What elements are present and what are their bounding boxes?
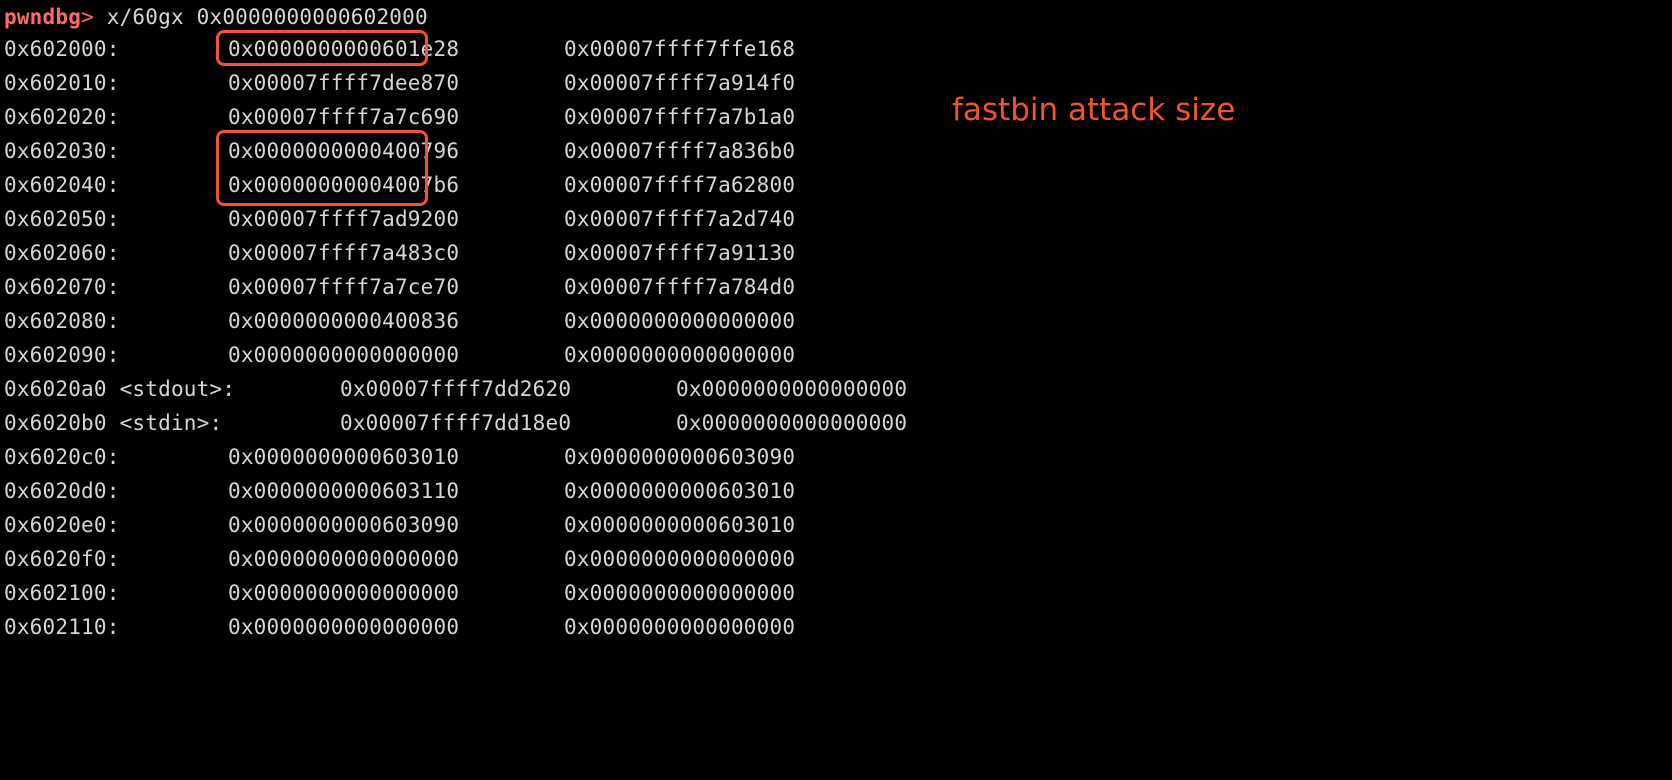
row-qword-1: 0x0000000000603110	[228, 479, 460, 503]
memory-row: 0x602070: 0x00007ffff7a7ce70 0x00007ffff…	[4, 270, 795, 304]
row-qword-2: 0x0000000000000000	[676, 411, 908, 435]
row-qword-2: 0x00007ffff7a91130	[564, 241, 796, 265]
row-qword-2: 0x0000000000603010	[564, 513, 796, 537]
memory-row: 0x6020c0: 0x0000000000603010 0x000000000…	[4, 440, 795, 474]
memory-row: 0x602010: 0x00007ffff7dee870 0x00007ffff…	[4, 66, 795, 100]
memory-row: 0x602100: 0x0000000000000000 0x000000000…	[4, 576, 795, 610]
row-qword-2: 0x00007ffff7a836b0	[564, 139, 796, 163]
prompt-label: pwndbg	[4, 5, 82, 29]
row-qword-2: 0x00007ffff7a784d0	[564, 275, 796, 299]
memory-row: 0x602090: 0x0000000000000000 0x000000000…	[4, 338, 795, 372]
row-qword-1: 0x0000000000603010	[228, 445, 460, 469]
row-qword-1: 0x00007ffff7a483c0	[228, 241, 460, 265]
row-qword-2: 0x00007ffff7a62800	[564, 173, 796, 197]
memory-row: 0x6020e0: 0x0000000000603090 0x000000000…	[4, 508, 795, 542]
memory-row: 0x602000: 0x0000000000601e28 0x00007ffff…	[4, 32, 795, 66]
row-qword-2: 0x00007ffff7ffe168	[564, 37, 796, 61]
memory-row-symbol: 0x6020a0 <stdout>: 0x00007ffff7dd2620 0x…	[4, 372, 907, 406]
row-qword-1: 0x00007ffff7a7c690	[228, 105, 460, 129]
highlight-box-first-qword	[216, 30, 428, 66]
memory-row: 0x602020: 0x00007ffff7a7c690 0x00007ffff…	[4, 100, 795, 134]
row-address: 0x602080:	[4, 309, 120, 333]
annotation-label: fastbin attack size	[952, 92, 1236, 128]
memory-row-symbol: 0x6020b0 <stdin>: 0x00007ffff7dd18e0 0x0…	[4, 406, 907, 440]
row-qword-2: 0x00007ffff7a914f0	[564, 71, 796, 95]
prompt-arrow: >	[81, 5, 94, 29]
row-qword-2: 0x0000000000000000	[564, 343, 796, 367]
row-address-symbol: 0x6020b0 <stdin>:	[4, 411, 223, 435]
memory-row: 0x602110: 0x0000000000000000 0x000000000…	[4, 610, 795, 644]
row-address-symbol: 0x6020a0 <stdout>:	[4, 377, 236, 401]
row-qword-1: 0x0000000000603090	[228, 513, 460, 537]
row-address: 0x602060:	[4, 241, 120, 265]
row-qword-2: 0x0000000000000000	[564, 309, 796, 333]
row-qword-1: 0x0000000000000000	[228, 615, 460, 639]
terminal-window[interactable]: pwndbg> x/60gx 0x0000000000602000 0x6020…	[0, 0, 1672, 639]
row-qword-2: 0x00007ffff7a7b1a0	[564, 105, 796, 129]
memory-row: 0x6020f0: 0x0000000000000000 0x000000000…	[4, 542, 795, 576]
row-qword-1: 0x0000000000000000	[228, 547, 460, 571]
row-qword-2: 0x0000000000603010	[564, 479, 796, 503]
row-address: 0x602040:	[4, 173, 120, 197]
row-address: 0x602110:	[4, 615, 120, 639]
row-qword-2: 0x0000000000000000	[564, 615, 796, 639]
row-qword-2: 0x0000000000000000	[676, 377, 908, 401]
row-qword-1: 0x00007ffff7a7ce70	[228, 275, 460, 299]
memory-row: 0x602030: 0x0000000000400796 0x00007ffff…	[4, 134, 795, 168]
row-qword-1: 0x00007ffff7dd18e0	[340, 411, 572, 435]
row-address: 0x602000:	[4, 37, 120, 61]
command-line: pwndbg> x/60gx 0x0000000000602000	[4, 0, 428, 34]
row-qword-2: 0x0000000000000000	[564, 581, 796, 605]
row-address: 0x6020f0:	[4, 547, 120, 571]
memory-row: 0x602080: 0x0000000000400836 0x000000000…	[4, 304, 795, 338]
row-address: 0x6020d0:	[4, 479, 120, 503]
memory-row: 0x6020d0: 0x0000000000603110 0x000000000…	[4, 474, 795, 508]
row-qword-2: 0x00007ffff7a2d740	[564, 207, 796, 231]
highlight-box-fastbin-sizes	[216, 130, 428, 206]
row-address: 0x602090:	[4, 343, 120, 367]
row-qword-1: 0x0000000000400836	[228, 309, 460, 333]
row-address: 0x602010:	[4, 71, 120, 95]
row-qword-1: 0x0000000000000000	[228, 581, 460, 605]
row-address: 0x6020e0:	[4, 513, 120, 537]
row-qword-1: 0x0000000000000000	[228, 343, 460, 367]
row-address: 0x602070:	[4, 275, 120, 299]
row-address: 0x602030:	[4, 139, 120, 163]
row-qword-1: 0x00007ffff7dee870	[228, 71, 460, 95]
memory-row: 0x602060: 0x00007ffff7a483c0 0x00007ffff…	[4, 236, 795, 270]
row-qword-2: 0x0000000000603090	[564, 445, 796, 469]
row-address: 0x602050:	[4, 207, 120, 231]
memory-row: 0x602040: 0x00000000004007b6 0x00007ffff…	[4, 168, 795, 202]
row-address: 0x602100:	[4, 581, 120, 605]
row-qword-1: 0x00007ffff7dd2620	[340, 377, 572, 401]
row-address: 0x6020c0:	[4, 445, 120, 469]
command-text: x/60gx 0x0000000000602000	[93, 5, 428, 29]
memory-row: 0x602050: 0x00007ffff7ad9200 0x00007ffff…	[4, 202, 795, 236]
row-qword-1: 0x00007ffff7ad9200	[228, 207, 460, 231]
row-qword-2: 0x0000000000000000	[564, 547, 796, 571]
row-address: 0x602020:	[4, 105, 120, 129]
